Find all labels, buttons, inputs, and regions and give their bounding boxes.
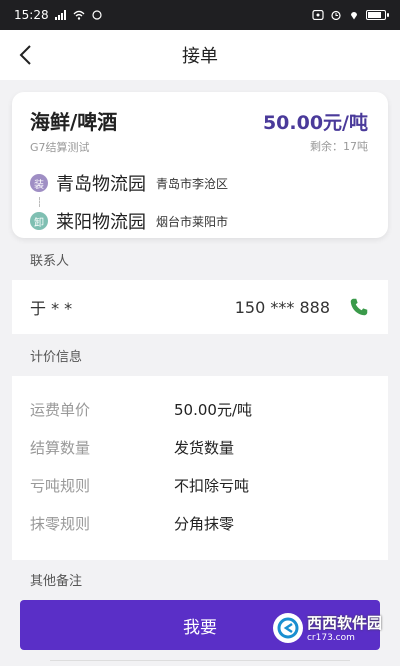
- order-card: 海鲜/啤酒 50.00元/吨 G7结算测试 剩余：17吨 装 青岛物流园 青岛市…: [12, 92, 388, 238]
- location-icon: [351, 12, 357, 20]
- pricing-key: 运费单价: [30, 400, 91, 419]
- contact-phone: 150 *** 888: [234, 297, 330, 317]
- nfc-icon: [312, 10, 324, 20]
- page-title: 接单: [182, 46, 218, 67]
- route-load: 装 青岛物流园 青岛市李沧区: [30, 169, 370, 197]
- contact-row: 于 * * 150 *** 888: [12, 280, 388, 334]
- pricing-row: 结算数量 发货数量: [30, 428, 370, 466]
- pricing-key: 结算数量: [30, 438, 91, 457]
- watermark-sub: cr173.com: [306, 633, 355, 643]
- contact-section-label: 联系人: [30, 254, 70, 269]
- load-city: 青岛市李沧区: [156, 176, 229, 191]
- remaining-amount: 剩余：17吨: [310, 140, 368, 153]
- contact-name: 于 * *: [30, 299, 73, 318]
- pricing-row: 运费单价 50.00元/吨: [30, 390, 370, 428]
- chevron-left-icon: [19, 45, 31, 65]
- pricing-value: 50.00元/吨: [174, 400, 252, 419]
- load-badge: 装: [30, 174, 48, 192]
- route: 装 青岛物流园 青岛市李沧区 卸 莱阳物流园 烟台市莱阳市: [30, 169, 370, 235]
- pricing-value: 分角抹零: [174, 514, 235, 533]
- status-bar: 15:28: [0, 0, 400, 30]
- watermark: 西西软件园 cr173.com: [272, 612, 382, 643]
- unload-city: 烟台市莱阳市: [156, 214, 229, 229]
- data-icon: [91, 10, 102, 20]
- back-button[interactable]: [10, 38, 40, 72]
- battery-icon: [366, 10, 389, 20]
- status-time: 15:28: [14, 8, 49, 22]
- pricing-value: 不扣除亏吨: [174, 476, 250, 495]
- alarm-icon: [331, 10, 341, 20]
- freight-price: 50.00元/吨: [262, 112, 368, 134]
- remarks-section-label: 其他备注: [30, 574, 83, 589]
- watermark-text: 西西软件园: [306, 614, 382, 632]
- top-bar: 接单: [0, 30, 400, 80]
- unload-place: 莱阳物流园: [56, 212, 146, 233]
- pricing-section-label: 计价信息: [30, 350, 83, 365]
- pricing-key: 抹零规则: [30, 514, 91, 533]
- phone-call-icon[interactable]: [348, 296, 370, 318]
- route-connector: [39, 197, 40, 207]
- signal-icon: [54, 10, 66, 20]
- pricing-key: 亏吨规则: [30, 476, 91, 495]
- wifi-icon: [73, 10, 85, 20]
- pricing-value: 发货数量: [174, 438, 235, 457]
- load-place: 青岛物流园: [56, 174, 146, 195]
- pricing-row: 亏吨规则 不扣除亏吨: [30, 466, 370, 504]
- watermark-logo-icon: [272, 612, 303, 643]
- pricing-row: 抹零规则 分角抹零: [30, 504, 370, 542]
- nav-divider: [50, 660, 350, 665]
- route-unload: 卸 莱阳物流园 烟台市莱阳市: [30, 207, 370, 235]
- accept-order-label: 我要: [183, 617, 217, 638]
- unload-badge: 卸: [30, 212, 48, 230]
- pricing-panel: 运费单价 50.00元/吨 结算数量 发货数量 亏吨规则 不扣除亏吨 抹零规则 …: [12, 376, 388, 560]
